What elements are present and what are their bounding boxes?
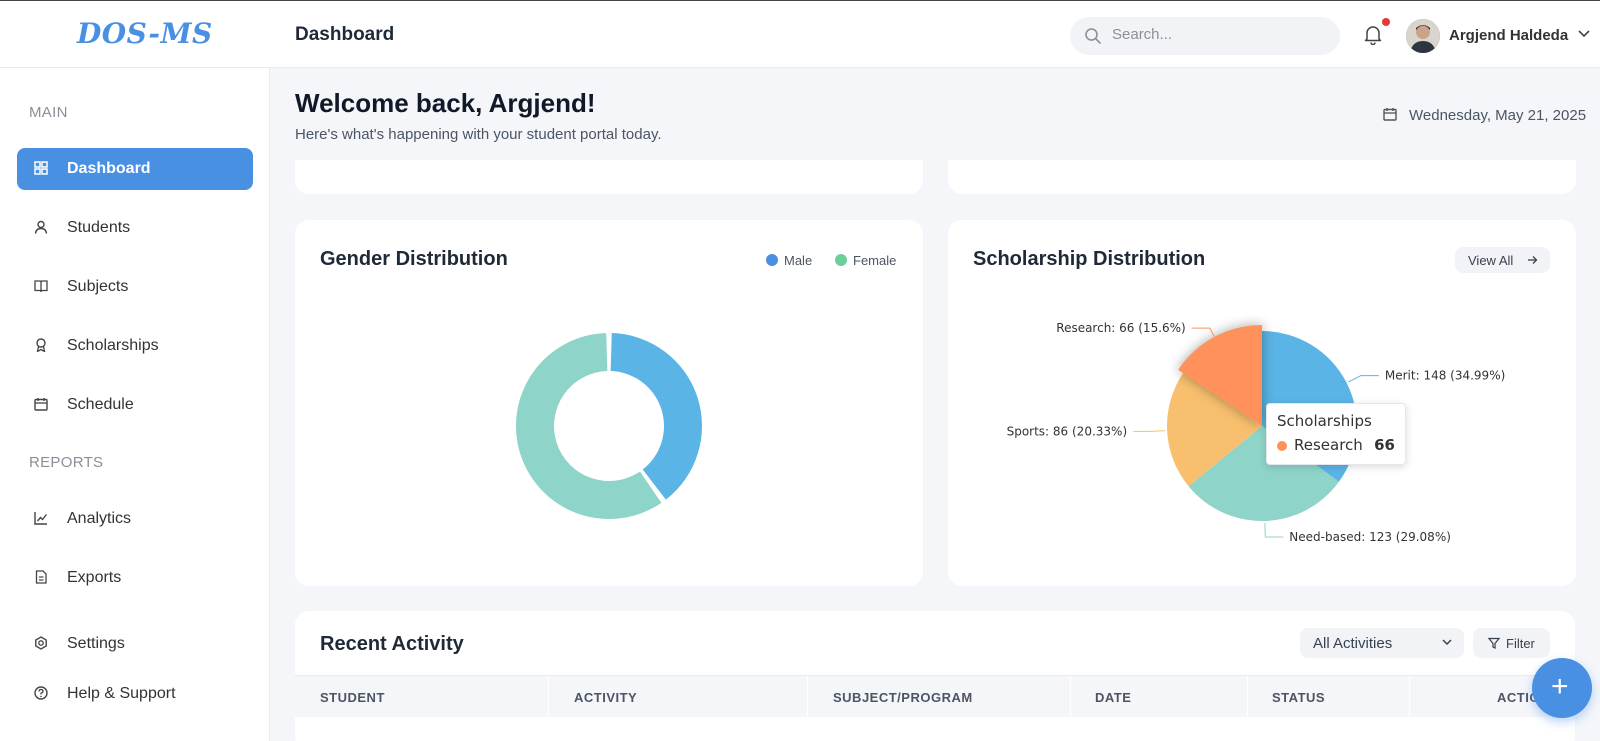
sidebar-section-reports: REPORTS (29, 454, 104, 471)
column-header-date[interactable]: DATE (1095, 690, 1131, 705)
filter-icon (1488, 637, 1500, 649)
search-input[interactable] (1112, 26, 1322, 43)
sidebar-item-label: Students (67, 219, 131, 236)
sidebar-item-label: Dashboard (67, 160, 151, 177)
filter-button[interactable]: Filter (1473, 628, 1550, 658)
sidebar-item-label: Schedule (67, 396, 134, 413)
chart-line-icon (34, 512, 48, 525)
card-title: Recent Activity (320, 633, 464, 655)
column-header-status[interactable]: STATUS (1272, 690, 1325, 705)
pie-data-label: Research: 66 (15.6%) (1056, 321, 1185, 335)
stat-card-partial (295, 160, 923, 194)
label-leader-line (1264, 522, 1284, 538)
welcome-heading: Welcome back, Argjend! (295, 88, 596, 118)
search-box[interactable] (1070, 17, 1340, 55)
user-name[interactable]: Argjend Haldeda (1449, 27, 1568, 44)
chevron-down-icon[interactable] (1578, 30, 1590, 38)
gender-donut-chart (516, 333, 702, 519)
column-separator (1070, 676, 1071, 741)
gear-icon (35, 636, 47, 650)
calendar-icon (34, 398, 48, 411)
welcome-subtitle: Here's what's happening with your studen… (295, 126, 662, 143)
column-header-student[interactable]: STUDENT (320, 690, 385, 705)
top-bar: DOS-MS Dashboard Argjend Haldeda (0, 0, 1600, 68)
bell-icon[interactable] (1364, 25, 1382, 45)
sidebar-section-main: MAIN (29, 104, 68, 121)
tooltip-dot (1277, 441, 1287, 451)
current-date: Wednesday, May 21, 2025 (1409, 107, 1587, 124)
file-icon (35, 570, 47, 584)
tooltip-value: 66 (1374, 436, 1395, 454)
plus-icon: + (1551, 670, 1569, 703)
add-fab-button[interactable]: + (1532, 658, 1592, 718)
sidebar-item-dashboard[interactable]: Dashboard (17, 148, 253, 190)
app-logo[interactable]: DOS-MS (77, 17, 213, 50)
select-value: All Activities (1313, 635, 1393, 652)
sidebar-item-label: Settings (67, 635, 125, 652)
pie-data-label: Sports: 86 (20.33%) (1007, 424, 1128, 438)
tooltip-name: Research (1294, 436, 1363, 454)
chart-tooltip: Scholarships Research 66 (1266, 403, 1406, 465)
sidebar-item-label: Scholarships (67, 337, 159, 354)
sidebar-item-help[interactable]: Help & Support (17, 673, 253, 715)
sidebar: MAIN Dashboard Students Subjects Scholar… (0, 68, 270, 741)
tooltip-title: Scholarships (1277, 412, 1372, 430)
sidebar-item-schedule[interactable]: Schedule (17, 384, 253, 426)
grid-icon (34, 161, 48, 175)
sidebar-item-exports[interactable]: Exports (17, 557, 253, 599)
avatar[interactable] (1406, 19, 1440, 53)
column-header-activity[interactable]: ACTIVITY (574, 690, 637, 705)
gender-distribution-card: Gender Distribution Male Female (295, 220, 923, 586)
notification-badge (1382, 18, 1390, 26)
sidebar-item-label: Help & Support (67, 685, 176, 702)
donut-slice-male[interactable] (610, 333, 702, 500)
user-icon (34, 220, 48, 234)
column-separator (807, 676, 808, 741)
sidebar-item-scholarships[interactable]: Scholarships (17, 325, 253, 367)
column-header-subject[interactable]: SUBJECT/PROGRAM (833, 690, 973, 705)
label-leader-line (1348, 375, 1379, 383)
sidebar-item-settings[interactable]: Settings (17, 623, 253, 665)
sidebar-item-label: Subjects (67, 278, 129, 295)
award-icon (36, 338, 46, 352)
sidebar-item-analytics[interactable]: Analytics (17, 498, 253, 540)
pie-data-label: Merit: 148 (34.99%) (1385, 369, 1505, 383)
page-title: Dashboard (295, 24, 395, 45)
search-icon (1085, 28, 1101, 44)
pie-data-label: Need-based: 123 (29.08%) (1289, 530, 1451, 544)
column-separator (548, 676, 549, 741)
label-leader-line (1133, 430, 1166, 432)
activity-filter-select[interactable]: All Activities (1300, 628, 1464, 658)
book-icon (34, 280, 48, 293)
scholarship-pie-chart: Merit: 148 (34.99%) Need-based: 123 (29.0… (1007, 321, 1506, 544)
help-icon (34, 686, 48, 700)
column-separator (1409, 676, 1410, 741)
sidebar-item-subjects[interactable]: Subjects (17, 266, 253, 308)
scholarship-distribution-card: Scholarship Distribution View All Merit:… (948, 220, 1576, 586)
sidebar-item-students[interactable]: Students (17, 207, 253, 249)
sidebar-item-label: Exports (67, 569, 122, 586)
stat-card-partial (948, 160, 1576, 194)
calendar-icon (1383, 108, 1397, 121)
chevron-down-icon (1442, 639, 1452, 646)
activity-table-header: STUDENT ACTIVITY SUBJECT/PROGRAM DATE ST… (295, 675, 1575, 741)
filter-label: Filter (1506, 636, 1535, 651)
column-separator (1247, 676, 1248, 741)
sidebar-item-label: Analytics (67, 510, 132, 527)
